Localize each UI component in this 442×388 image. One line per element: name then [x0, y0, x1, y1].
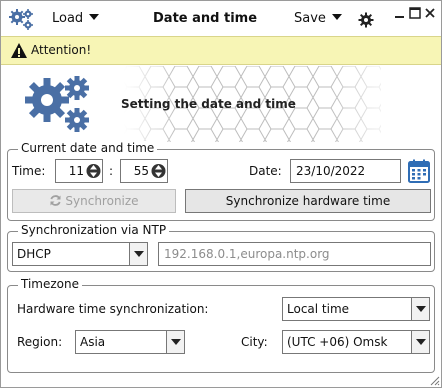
synchronize-button[interactable]: Synchronize [12, 189, 176, 213]
synchronize-hardware-button[interactable]: Synchronize hardware time [185, 189, 431, 213]
load-label: Load [52, 11, 84, 26]
attention-text: Attention! [31, 43, 92, 57]
region-label: Region: [17, 335, 63, 349]
hour-value: 11 [68, 164, 84, 178]
hour-stepper[interactable]: 11 [55, 159, 103, 183]
hw-sync-label: Hardware time synchronization: [17, 302, 209, 316]
date-label: Date: [249, 164, 282, 178]
maximize-icon[interactable] [409, 7, 421, 19]
chevron-down-icon[interactable] [129, 243, 147, 265]
date-field[interactable]: 23/10/2022 [290, 159, 401, 183]
ntp-mode-select[interactable]: DHCP [12, 242, 148, 266]
minimize-icon[interactable] [394, 7, 406, 19]
hw-sync-select[interactable]: Local time [282, 297, 430, 321]
region-select[interactable]: Asia [75, 330, 185, 354]
stepper-arrows-icon[interactable] [151, 161, 166, 181]
chevron-down-icon [331, 14, 342, 20]
resize-grip-icon[interactable] [428, 374, 440, 386]
group-legend: Current date and time [18, 141, 158, 155]
minute-value: 55 [133, 164, 149, 178]
gears-icon [9, 9, 33, 30]
stepper-arrows-icon[interactable] [86, 161, 101, 181]
chevron-down-icon[interactable] [411, 331, 429, 353]
gears-icon [25, 76, 89, 132]
calendar-icon[interactable] [408, 159, 430, 183]
save-label: Save [294, 11, 326, 26]
attention-banner: Attention! [1, 36, 441, 65]
warning-icon [11, 43, 27, 58]
header-banner: Setting the date and time [1, 66, 441, 142]
hw-sync-value: Local time [287, 302, 350, 316]
page-title: Setting the date and time [121, 97, 296, 111]
window-title: Date and time [153, 11, 258, 26]
synchronize-label: Synchronize [65, 194, 139, 208]
save-menu-button[interactable]: Save [294, 11, 342, 26]
city-select[interactable]: (UTC +06) Omsk [282, 330, 430, 354]
chevron-down-icon [89, 14, 100, 20]
time-label: Time: [12, 164, 46, 178]
chevron-down-icon[interactable] [411, 298, 429, 320]
title-bar: Load Date and time Save [1, 1, 441, 36]
ntp-mode-value: DHCP [17, 247, 51, 261]
city-value: (UTC +06) Omsk [287, 335, 388, 349]
load-menu-button[interactable]: Load [52, 11, 100, 26]
region-value: Asia [80, 335, 106, 349]
minute-stepper[interactable]: 55 [120, 159, 168, 183]
close-icon[interactable] [424, 7, 436, 19]
sync-icon [50, 195, 61, 206]
time-separator: : [109, 164, 114, 178]
gear-icon[interactable] [358, 12, 374, 28]
group-legend: Synchronization via NTP [18, 223, 170, 237]
chevron-down-icon[interactable] [166, 331, 184, 353]
group-legend: Timezone [18, 277, 82, 291]
ntp-servers-field[interactable]: 192.168.0.1,europa.ntp.org [158, 242, 431, 266]
city-label: City: [241, 335, 268, 349]
